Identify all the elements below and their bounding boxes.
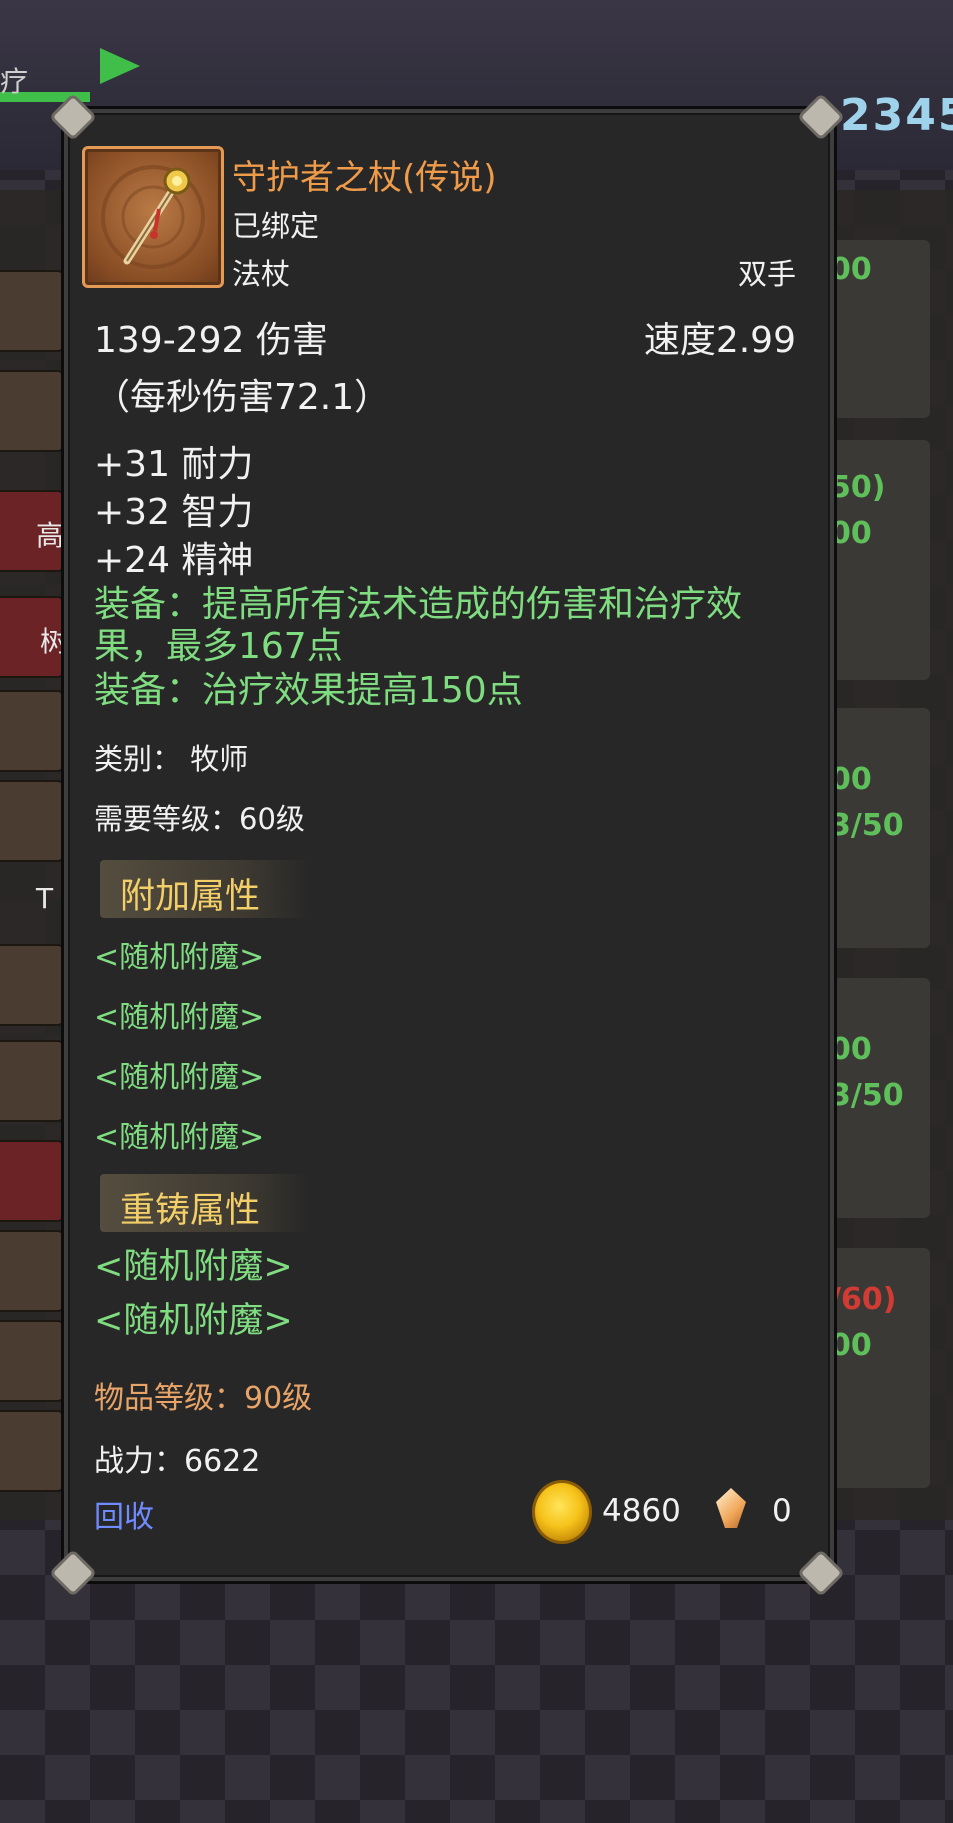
- right-card-text: /60): [830, 1282, 897, 1317]
- left-list-row[interactable]: 高: [0, 490, 64, 572]
- left-list-row[interactable]: [0, 1410, 64, 1492]
- bonus-enchant: <随机附魔>: [94, 1000, 265, 1035]
- attack-speed: 速度2.99: [643, 320, 796, 361]
- right-card-text: 3/50: [830, 1078, 904, 1113]
- left-list-row[interactable]: [0, 1040, 64, 1122]
- top-right-counter: 2345: [840, 90, 953, 141]
- flag-icon: [100, 48, 140, 84]
- combat-power: 战力：6622: [94, 1444, 261, 1479]
- left-list-row[interactable]: [0, 690, 64, 772]
- bonus-section-title: 附加属性: [120, 877, 261, 917]
- left-list-row[interactable]: [0, 1230, 64, 1312]
- equip-effect-line: 装备：提高所有法术造成的伤害和治疗效: [94, 584, 743, 625]
- bonus-enchant: <随机附魔>: [94, 1120, 265, 1155]
- left-list-row[interactable]: [0, 270, 64, 352]
- damage-per-second: （每秒伤害72.1）: [94, 377, 391, 418]
- binding-status: 已绑定: [232, 209, 320, 243]
- staff-icon: [101, 165, 205, 269]
- gold-price: 4860: [602, 1493, 681, 1529]
- left-list-row[interactable]: [0, 1320, 64, 1402]
- gold-coin-icon: [532, 1480, 592, 1544]
- item-icon-frame: [82, 146, 224, 288]
- item-level: 物品等级：90级: [94, 1381, 313, 1416]
- reforge-enchant: <随机附魔>: [94, 1301, 293, 1341]
- stat-intellect: +32 智力: [94, 492, 254, 533]
- item-class: 类别： 牧师: [94, 742, 249, 776]
- reforge-section-title: 重铸属性: [120, 1191, 261, 1231]
- left-list-row[interactable]: T: [0, 780, 64, 915]
- left-row-label: 高: [36, 519, 65, 552]
- right-card-text: 50): [830, 470, 886, 505]
- damage-range: 139-292 伤害: [94, 320, 328, 361]
- required-level: 需要等级：60级: [94, 802, 305, 836]
- equip-effect-line: 果，最多167点: [94, 626, 343, 667]
- recycle-button[interactable]: 回收: [94, 1492, 154, 1536]
- left-list-row[interactable]: 树: [0, 596, 68, 678]
- bonus-enchant: <随机附魔>: [94, 940, 265, 975]
- bonus-enchant: <随机附魔>: [94, 1060, 265, 1095]
- item-hand: 双手: [737, 257, 796, 291]
- top-left-text: 疗: [0, 65, 29, 98]
- left-row-label: T: [36, 882, 54, 915]
- left-list-row[interactable]: [0, 370, 64, 452]
- left-list-row[interactable]: [0, 1140, 64, 1222]
- stat-stamina: +31 耐力: [94, 444, 254, 485]
- item-type: 法杖: [232, 257, 291, 291]
- equip-effect-line: 装备：治疗效果提高150点: [94, 670, 523, 711]
- right-card-text: 3/50: [830, 808, 904, 843]
- item-name: 守护者之杖(传说): [232, 158, 497, 198]
- stat-spirit: +24 精神: [94, 540, 254, 581]
- left-list-row[interactable]: [0, 944, 64, 1026]
- gem-price: 0: [772, 1493, 792, 1529]
- reforge-enchant: <随机附魔>: [94, 1247, 293, 1287]
